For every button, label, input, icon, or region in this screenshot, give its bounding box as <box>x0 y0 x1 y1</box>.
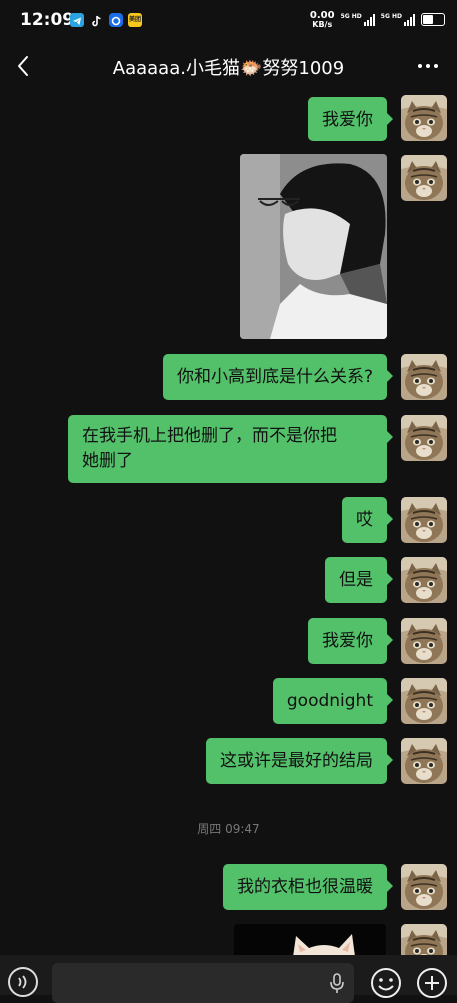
status-bar: 12:09 美团 0.00 KB/s 5G HD 5G HD <box>0 0 457 40</box>
message-timestamp: 周四 09:47 <box>197 822 260 836</box>
avatar[interactable] <box>401 415 447 461</box>
message-bubble[interactable]: 我爱你 <box>308 618 393 664</box>
emoji-icon[interactable] <box>370 967 402 999</box>
avatar[interactable] <box>401 95 447 141</box>
avatar[interactable] <box>401 864 447 910</box>
back-button[interactable] <box>12 52 36 80</box>
voice-icon[interactable] <box>8 967 38 997</box>
message-bubble[interactable]: 但是 <box>325 557 393 603</box>
message-bubble[interactable]: 这或许是最好的结局 <box>206 738 393 784</box>
browser-icon <box>109 13 123 27</box>
avatar[interactable] <box>401 497 447 543</box>
microphone-icon[interactable] <box>329 973 345 995</box>
chat-header: Aaaaaa.小毛猫🐡努努1009 <box>0 44 457 90</box>
sim1-signal: 5G HD <box>341 13 375 26</box>
more-options-icon[interactable] <box>413 52 443 80</box>
avatar[interactable] <box>401 678 447 724</box>
message-bubble[interactable]: 你和小高到底是什么关系? <box>162 354 394 400</box>
avatar[interactable] <box>401 738 447 784</box>
message-bubble[interactable]: 我的衣柜也很温暖 <box>223 864 393 910</box>
battery-icon <box>421 13 445 26</box>
message-bubble[interactable]: 哎 <box>342 497 393 543</box>
avatar[interactable] <box>401 557 447 603</box>
sim2-signal: 5G HD <box>381 13 415 26</box>
input-bar <box>0 955 457 1003</box>
meituan-icon: 美团 <box>128 13 142 27</box>
message-input[interactable] <box>52 963 354 1003</box>
telegram-icon <box>70 13 84 27</box>
message-bubble[interactable]: 在我手机上把他删了，而不是你把 她删了 <box>68 415 393 483</box>
status-time: 12:09 <box>20 10 75 30</box>
plus-icon[interactable] <box>416 967 448 999</box>
photo-of-person-icon <box>240 154 387 339</box>
avatar[interactable] <box>401 155 447 201</box>
avatar[interactable] <box>401 618 447 664</box>
message-bubble[interactable]: goodnight <box>272 678 394 724</box>
photo-message[interactable] <box>240 154 387 339</box>
tiktok-icon <box>90 13 104 27</box>
avatar[interactable] <box>401 354 447 400</box>
message-bubble[interactable]: 我爱你 <box>308 97 393 141</box>
chat-title: Aaaaaa.小毛猫🐡努努1009 <box>112 58 345 79</box>
net-speed: 0.00 KB/s <box>309 10 335 29</box>
